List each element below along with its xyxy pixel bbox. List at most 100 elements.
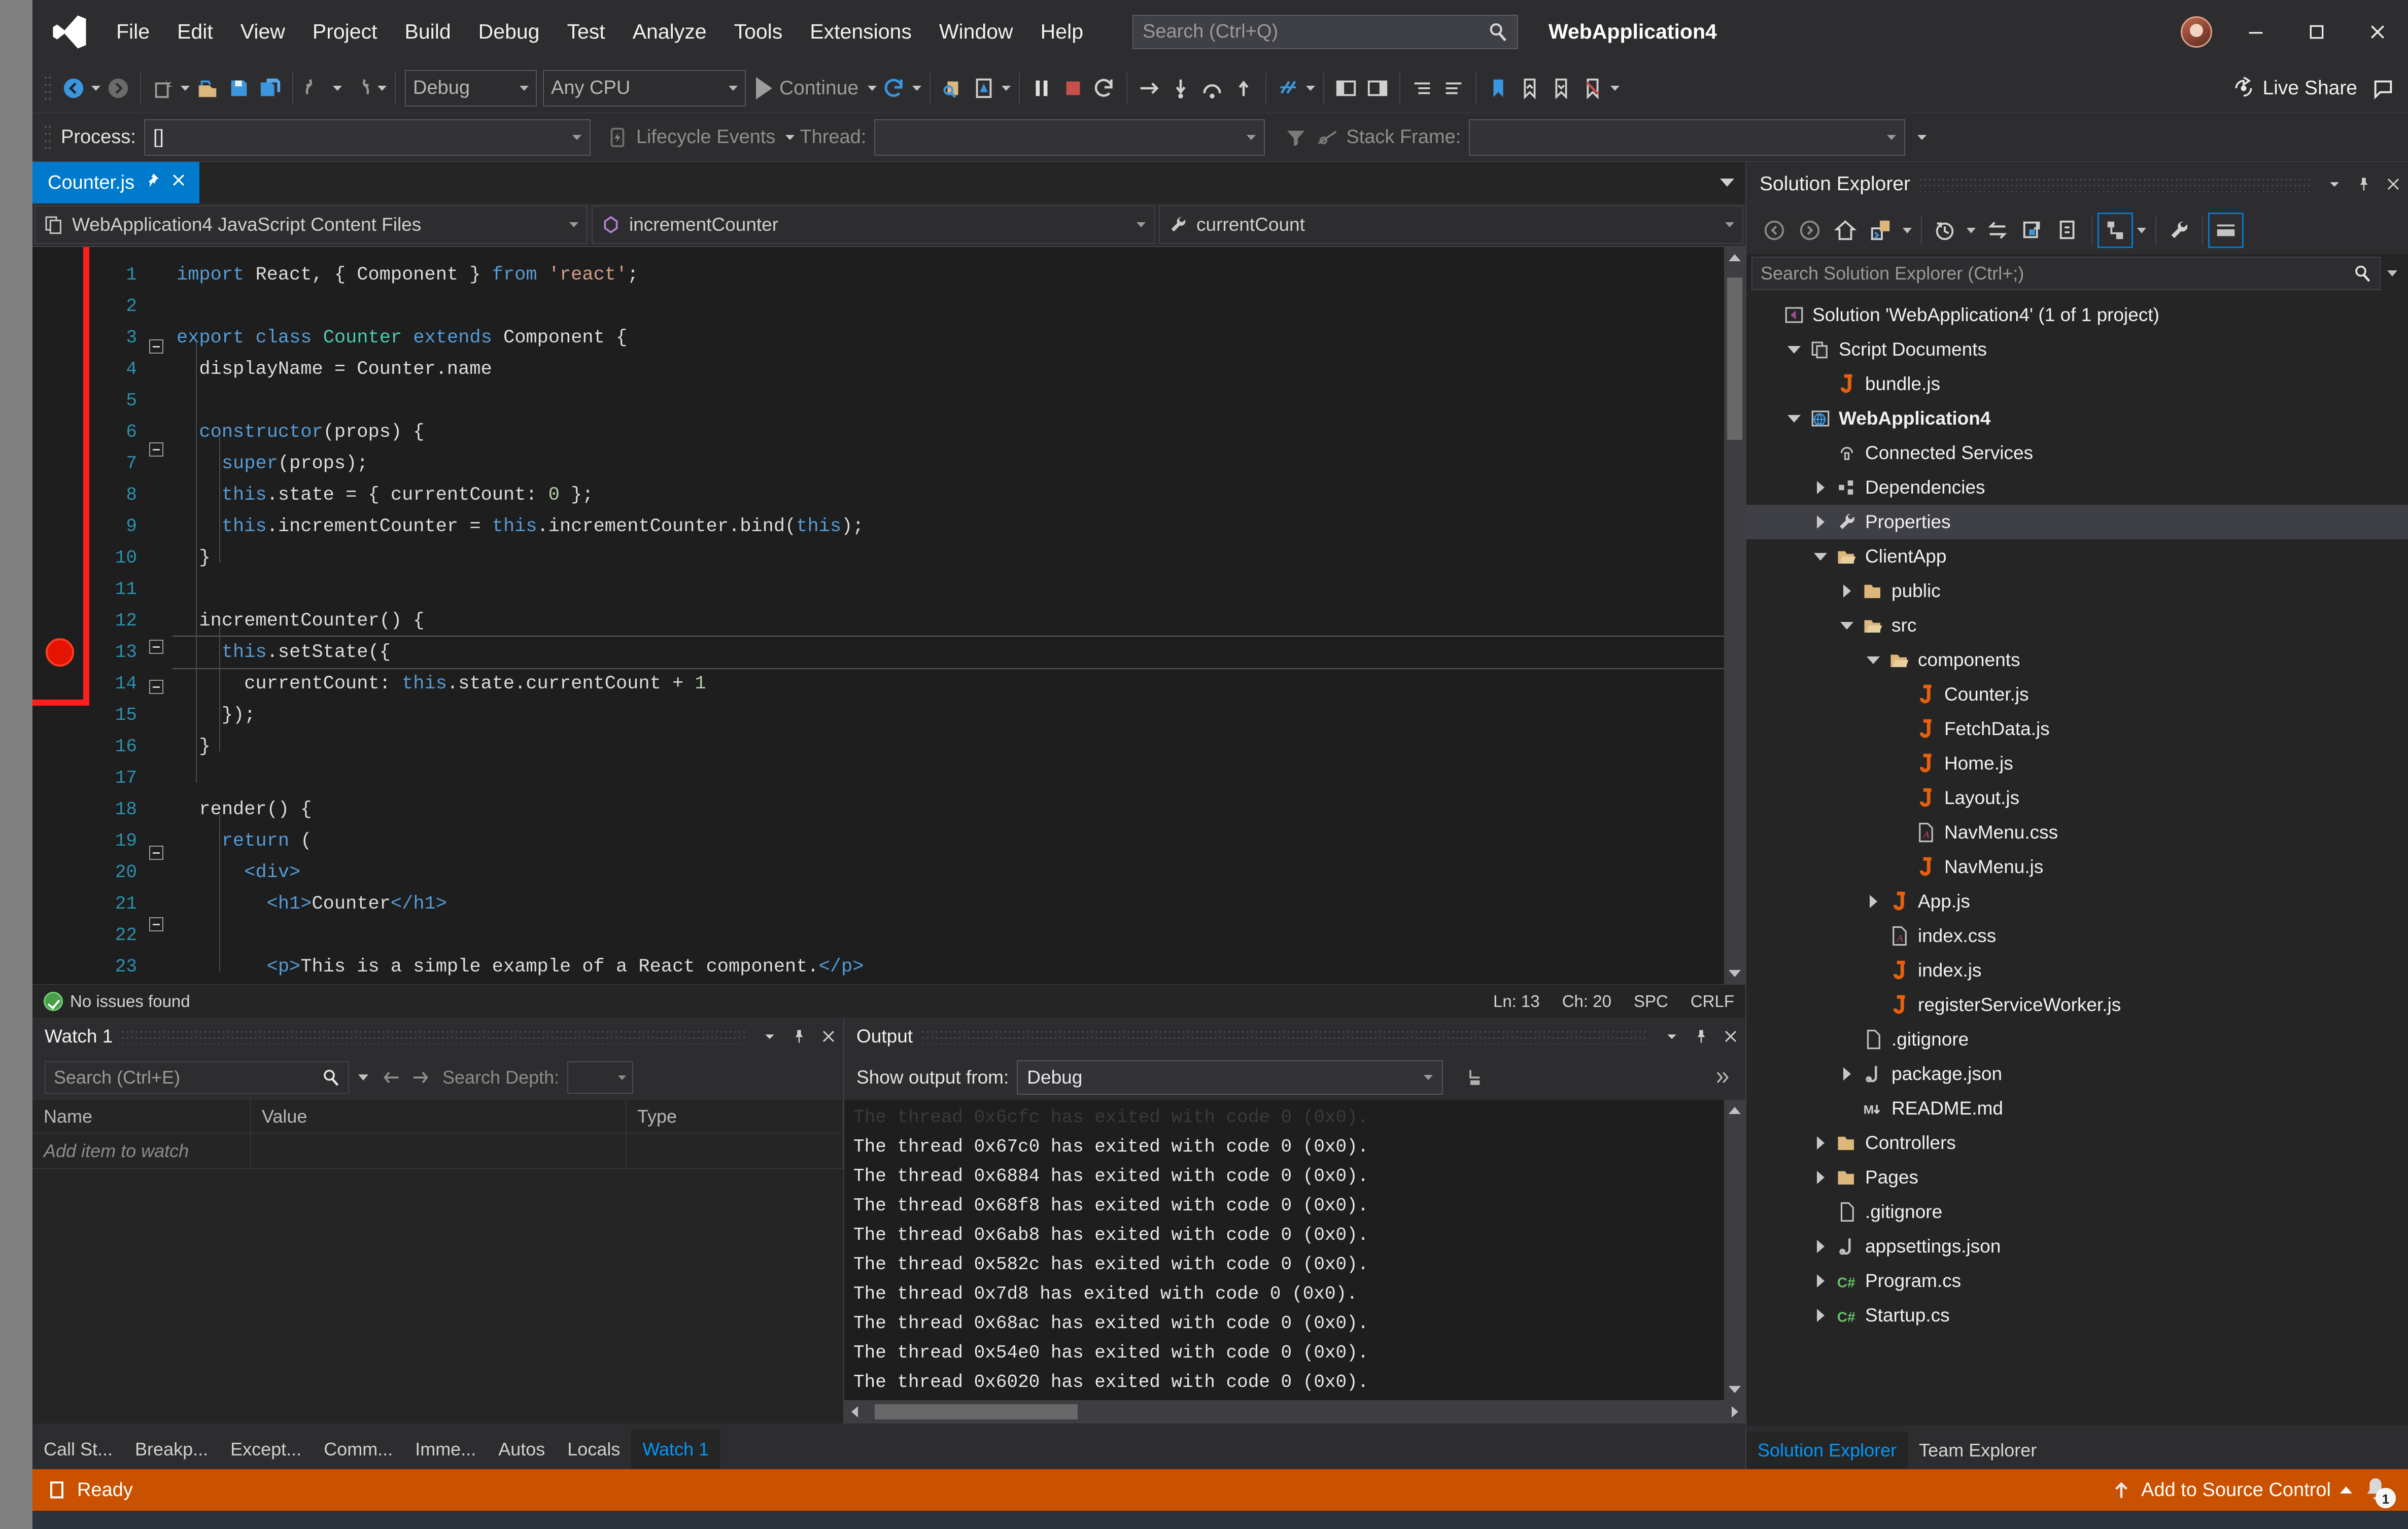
output-text-body[interactable]: The thread 0x6cfc has exited with code 0… [844,1100,1745,1400]
watch-type-cell[interactable] [626,1133,843,1168]
chevron-right-icon[interactable] [1807,481,1834,494]
debugbar-grip[interactable] [44,123,52,152]
code-line[interactable] [173,385,1724,416]
pin-icon[interactable] [144,171,161,194]
se-history-button[interactable] [1927,213,1963,248]
editor-tab-counter-js[interactable]: Counter.js [32,162,200,203]
code-line[interactable]: super(props); [173,448,1724,479]
toggle-bookmark-button[interactable] [1483,69,1514,108]
watch-panel-pin-button[interactable] [784,1018,814,1055]
panel-drag-dots[interactable] [921,1029,1649,1044]
minimize-button[interactable] [2225,0,2286,63]
quick-launch-input[interactable] [1143,21,1488,43]
tree-item-registerserviceworker-js[interactable]: registerServiceWorker.js [1746,988,2408,1022]
navigate-backward-dropdown[interactable] [89,86,102,91]
fold-minus-icon[interactable] [149,680,163,694]
tree-item-script-documents[interactable]: Script Documents [1746,332,2408,367]
menu-analyze[interactable]: Analyze [619,0,720,63]
chevron-right-icon[interactable] [1834,584,1860,598]
fold-cell[interactable] [144,339,173,371]
open-file-button[interactable] [192,69,223,108]
tree-item-clientapp[interactable]: ClientApp [1746,539,2408,574]
next-bookmark-button[interactable] [1545,69,1577,108]
redo-dropdown[interactable] [375,86,389,91]
se-history-dropdown[interactable] [1963,213,1980,248]
project-scope-combo[interactable]: WebApplication4 JavaScript Content Files [35,205,588,244]
tree-item-public[interactable]: public [1746,574,2408,608]
code-line[interactable]: incrementCounter() { [173,605,1724,637]
menu-file[interactable]: File [102,0,163,63]
restart-button[interactable] [879,69,910,108]
code-line[interactable]: <h1>Counter</h1> [173,888,1724,920]
preview-device-dropdown[interactable] [1000,86,1013,91]
tree-item-program-cs[interactable]: C# Program.cs [1746,1264,2408,1298]
solution-explorer-pin-button[interactable] [2349,165,2379,203]
watch-value-cell[interactable] [251,1133,626,1168]
output-horizontal-scrollbar[interactable] [844,1400,1745,1423]
new-project-dropdown[interactable] [179,86,192,91]
code-line[interactable]: this.setState({ [173,636,1724,669]
code-line[interactable]: <div> [173,857,1724,888]
panel-tab-except[interactable]: Except... [219,1430,313,1469]
column-header-name[interactable]: Name [32,1100,251,1133]
chevron-down-icon[interactable] [1781,414,1807,423]
search-next-button[interactable] [406,1061,434,1094]
tree-item-components[interactable]: components [1746,643,2408,677]
output-source-combo[interactable]: Debug [1017,1060,1443,1095]
fold-minus-icon[interactable] [149,339,163,354]
chevron-right-icon[interactable] [1807,1171,1834,1184]
se-properties-button[interactable] [2161,213,2197,248]
editor-vertical-scrollbar[interactable] [1724,247,1745,984]
code-line[interactable]: this.state = { currentCount: 0 }; [173,479,1724,511]
continue-dropdown[interactable] [866,86,879,91]
fold-minus-icon[interactable] [149,917,163,931]
code-line[interactable] [173,920,1724,951]
chevron-right-icon[interactable] [1860,895,1886,908]
redo-button[interactable] [344,69,375,108]
scrollbar-thumb[interactable] [875,1404,1078,1419]
fold-cell[interactable] [144,917,173,949]
breakpoint-margin[interactable] [32,247,87,984]
lifecycle-events-dropdown[interactable] [783,135,797,140]
fold-minus-icon[interactable] [149,442,163,457]
se-forward-button[interactable] [1792,213,1828,248]
code-line[interactable]: } [173,731,1724,762]
show-next-statement-button[interactable] [1133,69,1165,108]
solution-explorer-search-input[interactable] [1761,263,2353,284]
eol-indicator[interactable]: CRLF [1679,992,1745,1011]
code-editor[interactable]: 1 2 3 4 5 6 7 8 9 10 11 12 13 14 15 16 17 18 19 20 21 22 23 im… [32,247,1745,984]
undo-button[interactable] [299,69,331,108]
output-panel-pin-button[interactable] [1687,1018,1716,1055]
save-button[interactable] [223,69,255,108]
toggle-panel-left-button[interactable] [1330,69,1362,108]
navigate-backward-button[interactable] [58,69,89,108]
close-icon[interactable] [170,171,187,194]
se-preview-selected-items-button[interactable] [2208,213,2244,248]
platform-combo[interactable]: Any CPU [543,70,746,107]
se-home-button[interactable] [1828,213,1863,248]
se-back-button[interactable] [1757,213,1792,248]
tree-item-navmenu-css[interactable]: A NavMenu.css [1746,815,2408,850]
frame-settings-button[interactable] [1312,118,1343,157]
fold-cell[interactable] [144,846,173,877]
hot-reload-dropdown[interactable] [1304,86,1317,91]
code-line[interactable]: } [173,542,1724,574]
code-line[interactable] [173,574,1724,605]
panel-tab-imme[interactable]: Imme... [404,1430,487,1469]
chevron-down-icon[interactable] [1781,345,1807,354]
watch-name-cell[interactable]: Add item to watch [32,1133,251,1168]
chevron-right-icon[interactable] [1807,1309,1834,1322]
fold-minus-icon[interactable] [149,640,163,654]
output-vertical-scrollbar[interactable] [1724,1100,1745,1400]
panel-drag-dots[interactable] [1918,177,2312,192]
member-scope-combo[interactable]: incrementCounter [592,205,1155,244]
spaces-indicator[interactable]: SPC [1623,992,1679,1011]
scroll-down-arrow[interactable] [1724,1379,1745,1400]
toggle-panel-right-button[interactable] [1362,69,1393,108]
output-overflow-button[interactable] [1705,1059,1740,1096]
menu-help[interactable]: Help [1027,0,1097,63]
feedback-button[interactable] [2367,69,2399,108]
panel-tab-watch-1[interactable]: Watch 1 [631,1430,720,1469]
fold-cell[interactable] [144,640,173,671]
tree-item-src[interactable]: src [1746,608,2408,643]
